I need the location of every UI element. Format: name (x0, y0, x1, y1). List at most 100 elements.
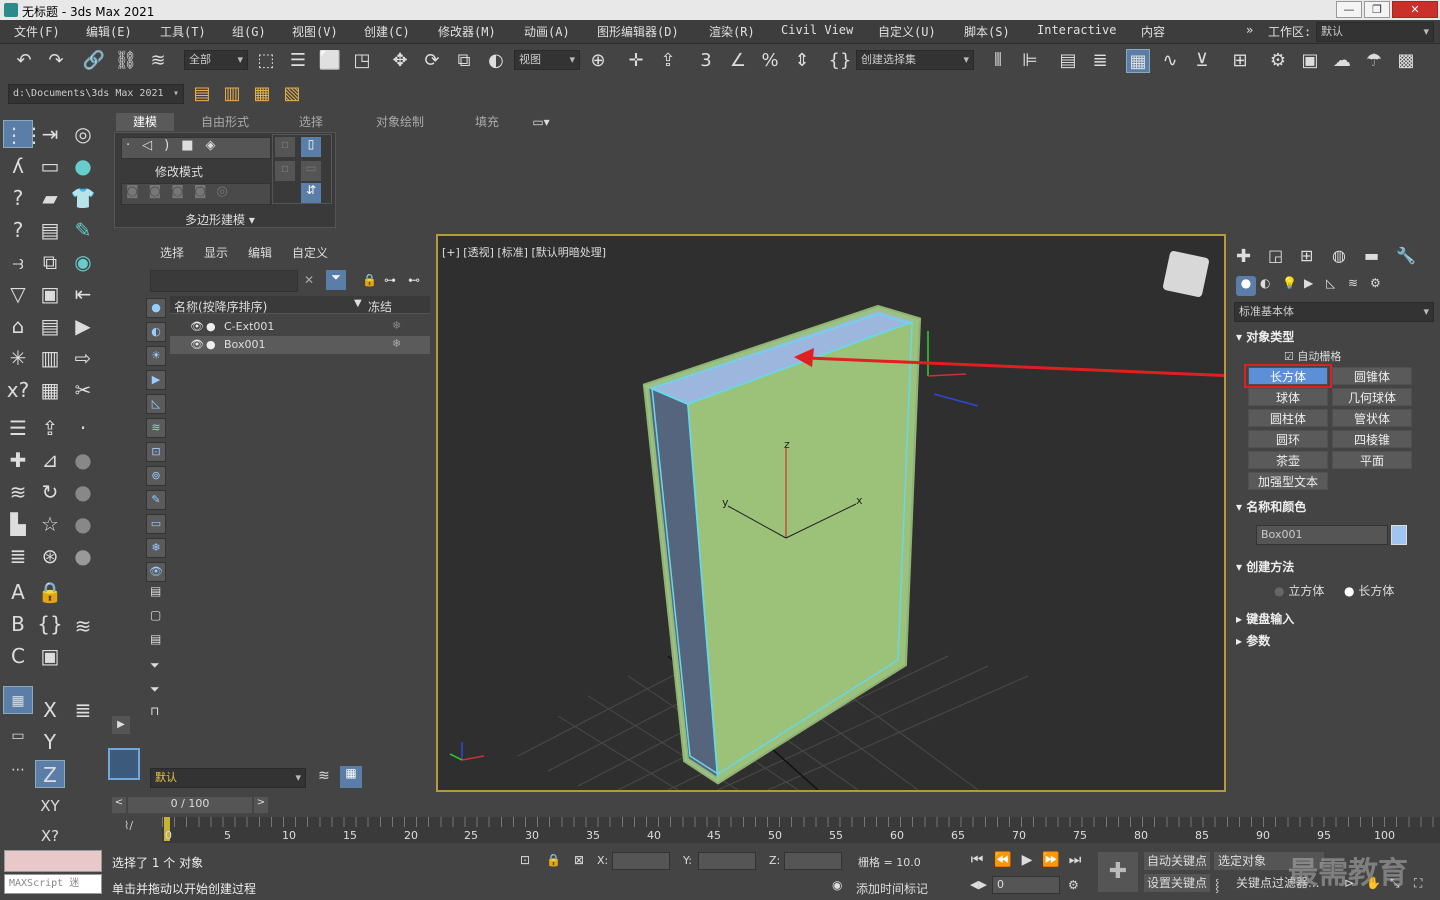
x-coord-input[interactable] (612, 852, 670, 870)
scene-search-input[interactable] (150, 270, 298, 292)
eye-icon[interactable]: 👁 (190, 320, 204, 333)
layer-stack2-icon[interactable]: ≣ (68, 696, 98, 724)
layer-add-icon[interactable]: ▥ (35, 344, 65, 372)
ruler-icon[interactable]: ▭ (3, 722, 33, 750)
filter-cameras-icon[interactable]: ▶ (146, 370, 166, 390)
select-manipulate-icon[interactable]: ✛ (624, 49, 648, 73)
create-tab-icon[interactable]: ✚ (1236, 246, 1251, 267)
cylinder-button[interactable]: 圆柱体 (1248, 409, 1328, 427)
import-icon[interactable]: ⇥ (35, 120, 65, 148)
filter-helpers-icon[interactable]: ◺ (146, 394, 166, 414)
tab-object-paint[interactable]: 对象绘制 (362, 113, 438, 131)
workspace-dropdown[interactable]: 默认 (1316, 22, 1434, 42)
layer-explorer-icon[interactable]: ≣ (1088, 49, 1112, 73)
schematic-view-icon[interactable]: ⊻ (1190, 49, 1214, 73)
layers-icon[interactable]: ≋ (3, 478, 33, 506)
sphere-icon[interactable]: ● (68, 152, 98, 180)
pivot-center-icon[interactable]: ⊕ (586, 49, 610, 73)
filter-icon[interactable]: ⏷ (326, 270, 346, 290)
dots-icon[interactable]: ⋯ (3, 756, 33, 784)
z-coord-input[interactable] (784, 852, 842, 870)
key-filter-icon[interactable]: ⸾ (1215, 876, 1219, 893)
render-a360-icon[interactable]: ▩ (1394, 49, 1418, 73)
project-folder-icon[interactable]: ▤ (190, 82, 214, 106)
knife-icon[interactable]: ✂ (68, 376, 98, 404)
helpers-icon[interactable]: ◺ (1326, 276, 1335, 290)
time-slider-prev-icon[interactable]: < (112, 797, 126, 813)
prev-frame-icon[interactable]: ⏪ (992, 850, 1014, 870)
brush-icon[interactable]: ⌂ (3, 312, 33, 340)
scene-menu-customize[interactable]: 自定义 (292, 244, 328, 261)
select-box-icon[interactable]: ▙ (3, 510, 33, 538)
ribbon-tool-5-icon[interactable]: ⇵ (301, 183, 321, 203)
star-icon[interactable]: ☆ (35, 510, 65, 538)
forward-icon[interactable]: ⇨ (68, 344, 98, 372)
scene-explorer-toggle-icon[interactable]: ▦ (340, 766, 362, 788)
layer-dropdown[interactable]: 默认 (150, 768, 306, 788)
modify-tab-icon[interactable]: ◲ (1268, 246, 1283, 265)
pyramid-button[interactable]: 四棱锥 (1332, 430, 1412, 448)
filter-spacewarps-icon[interactable]: ≋ (146, 418, 166, 438)
text-b-icon[interactable]: B (3, 610, 33, 638)
select-tool-icon[interactable]: ⋮⋮ (3, 120, 44, 148)
menu-animation[interactable]: 动画(A) (524, 23, 570, 40)
menu-customize[interactable]: 自定义(U) (878, 23, 936, 40)
bind-spacewarp-icon[interactable]: ≋ (146, 49, 170, 73)
eye-icon[interactable]: 👁 (190, 338, 204, 351)
close-button[interactable]: ✕ (1392, 1, 1438, 18)
textplus-button[interactable]: 加强型文本 (1248, 472, 1328, 490)
hierarchy-view-icon[interactable]: ⊶ (384, 273, 396, 287)
viewport-layout-icon[interactable] (108, 748, 140, 780)
tab-modeling[interactable]: 建模 (116, 113, 174, 131)
curve-toggle-icon[interactable]: ⌇∕ (124, 819, 133, 832)
play-anim-icon[interactable]: ▶ (1016, 850, 1038, 870)
current-frame-input[interactable]: 0 (992, 876, 1060, 894)
ribbon-options-icon[interactable]: ▭▾ (526, 113, 556, 131)
orbit-icon[interactable]: ⊳ (1344, 876, 1354, 890)
toggle-ribbon-icon[interactable]: ▦ (1126, 49, 1150, 73)
unlink-icon[interactable]: ⛓ (114, 49, 138, 73)
edit-named-sel-icon[interactable]: {} (828, 49, 852, 73)
group-icon[interactable]: ▣ (35, 280, 65, 308)
shapes-icon[interactable]: ◐ (1260, 276, 1270, 290)
window-crossing-icon[interactable]: ◳ (350, 49, 374, 73)
render-setup-icon[interactable]: ⚙ (1266, 49, 1290, 73)
filter-frozen-icon[interactable]: ❄ (146, 538, 166, 558)
lock-scene-icon[interactable]: 🔒 (362, 273, 377, 287)
filter-funnel-icon[interactable]: ⏷ (150, 658, 160, 673)
auto-key-button[interactable]: 自动关键点 (1144, 852, 1210, 870)
absolute-mode-icon[interactable]: ⊠ (574, 853, 584, 867)
project-open-icon[interactable]: ▥ (220, 82, 244, 106)
play-icon[interactable]: ▶ (68, 312, 98, 340)
lasso-icon[interactable]: ʎ (3, 152, 33, 180)
filter-groups-icon[interactable]: ⊡ (146, 442, 166, 462)
add-time-tag[interactable]: 添加时间标记 (856, 880, 928, 897)
key-mode-icon[interactable]: ◀▶ (970, 878, 987, 891)
selection-lock-icon[interactable]: 🔒 (546, 853, 561, 867)
time-slider[interactable]: 0 / 100 (128, 797, 252, 813)
snap-toggle-icon[interactable]: 3 (694, 49, 718, 73)
curve-editor-icon[interactable]: ∿ (1158, 49, 1182, 73)
pencil-icon[interactable]: ✎ (68, 216, 98, 244)
box-radio[interactable]: ● 长方体 (1344, 582, 1394, 599)
geometry-icon[interactable]: ● (1236, 276, 1256, 296)
rendered-frame-icon[interactable]: ▣ (1298, 49, 1322, 73)
poly-modeling-dropdown[interactable]: 多边形建模 ▾ (185, 211, 255, 228)
menu-create[interactable]: 创建(C) (364, 23, 410, 40)
list-icon[interactable]: ☰ (3, 414, 33, 442)
col-name-label[interactable]: 名称(按降序排序) (174, 298, 267, 315)
object-name-input[interactable]: Box001 (1256, 525, 1388, 545)
filter-xrefs-icon[interactable]: ⊚ (146, 466, 166, 486)
braces-icon[interactable]: {} (35, 610, 65, 638)
fence-icon[interactable]: ? (3, 216, 33, 244)
viewport-settings-icon[interactable]: ◎ (68, 120, 98, 148)
text-a-icon[interactable]: A (3, 578, 33, 606)
filter-invert-icon[interactable]: ▤ (150, 632, 161, 646)
spark-icon[interactable]: ✳ (3, 344, 33, 372)
expand-menu-icon[interactable]: » (1246, 23, 1253, 37)
angle-snap-icon[interactable]: ∠ (726, 49, 750, 73)
render-production-icon[interactable]: ☁ (1330, 49, 1354, 73)
maxscript-input[interactable]: MAXScript 迷 (4, 874, 102, 894)
container-icon[interactable]: ▭ (35, 152, 65, 180)
layer-explorer-toggle-icon[interactable]: ≋ (318, 768, 330, 784)
